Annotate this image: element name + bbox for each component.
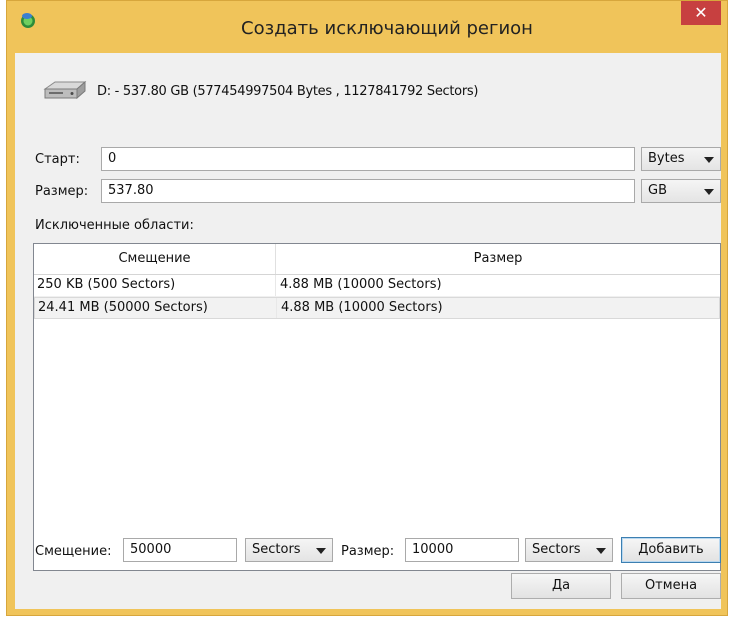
dialog-window: Создать исключающий регион ✕ D: - 537.80… (6, 0, 728, 616)
start-label: Старт: (35, 152, 80, 167)
close-icon: ✕ (694, 3, 708, 22)
row-offset-cell: 24.41 MB (50000 Sectors) (35, 298, 277, 318)
start-unit-value: Bytes (648, 151, 685, 166)
add-button[interactable]: Добавить (621, 537, 721, 563)
offset-unit-select[interactable]: Sectors (245, 538, 333, 562)
size-input[interactable]: 537.80 (101, 179, 635, 203)
size-label: Размер: (35, 184, 89, 199)
row-size-cell: 4.88 MB (10000 Sectors) (281, 300, 443, 315)
table-row[interactable]: 24.41 MB (50000 Sectors) 4.88 MB (10000 … (34, 297, 720, 319)
region-size-label: Размер: (341, 544, 395, 559)
chevron-down-icon (704, 189, 714, 195)
disk-info-row: D: - 537.80 GB (577454997504 Bytes , 112… (41, 79, 478, 103)
dialog-body: D: - 537.80 GB (577454997504 Bytes , 112… (15, 53, 721, 609)
chevron-down-icon (316, 548, 326, 554)
offset-label: Смещение: (35, 544, 112, 559)
start-input[interactable]: 0 (101, 147, 635, 171)
row-offset-cell: 250 KB (500 Sectors) (34, 275, 276, 296)
hard-drive-icon (41, 79, 87, 103)
region-size-unit-select[interactable]: Sectors (525, 538, 613, 562)
offset-unit-value: Sectors (252, 542, 301, 557)
region-size-unit-value: Sectors (532, 542, 581, 557)
ok-button[interactable]: Да (511, 573, 611, 599)
cancel-button[interactable]: Отмена (621, 573, 721, 599)
region-size-input[interactable]: 10000 (405, 538, 519, 562)
excluded-areas-label: Исключенные области: (35, 218, 194, 233)
excluded-areas-list[interactable]: Смещение Размер 250 KB (500 Sectors) 4.8… (33, 243, 721, 571)
size-unit-select[interactable]: GB (641, 179, 721, 203)
close-button[interactable]: ✕ (681, 1, 721, 25)
disk-info-text: D: - 537.80 GB (577454997504 Bytes , 112… (97, 83, 479, 99)
start-unit-select[interactable]: Bytes (641, 147, 721, 171)
offset-input[interactable]: 50000 (123, 538, 237, 562)
window-title: Создать исключающий регион (241, 18, 533, 39)
chevron-down-icon (704, 157, 714, 163)
table-row[interactable]: 250 KB (500 Sectors) 4.88 MB (10000 Sect… (34, 275, 720, 297)
column-header-size[interactable]: Размер (276, 244, 720, 274)
title-bar[interactable]: Создать исключающий регион ✕ (7, 1, 727, 53)
size-unit-value: GB (648, 183, 667, 198)
list-header: Смещение Размер (34, 244, 720, 275)
chevron-down-icon (596, 548, 606, 554)
column-header-offset[interactable]: Смещение (34, 244, 276, 274)
row-size-cell: 4.88 MB (10000 Sectors) (280, 277, 442, 292)
